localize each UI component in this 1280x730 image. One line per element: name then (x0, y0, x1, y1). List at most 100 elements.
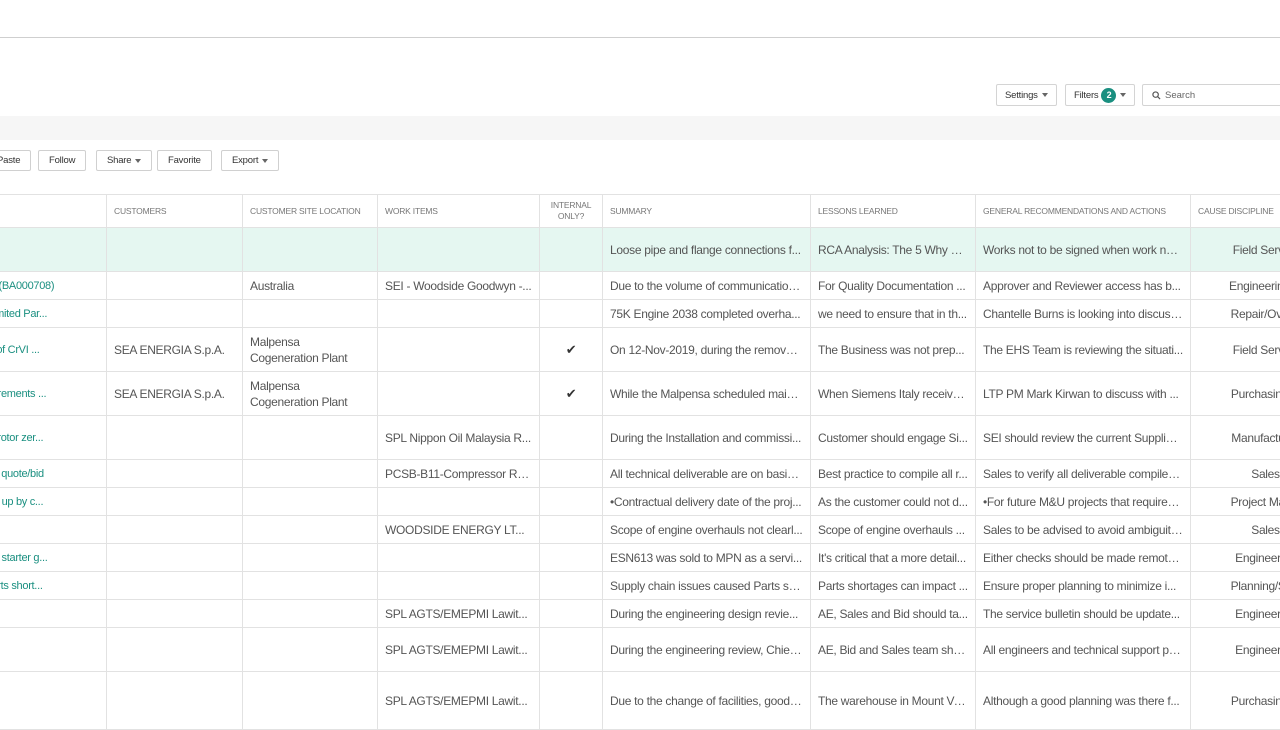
cell-work-items (378, 372, 540, 416)
cell-site-location (243, 516, 378, 544)
cell-customers (107, 572, 243, 600)
cell-site-location: Malpensa Cogeneration Plant (243, 372, 378, 416)
row-title-link[interactable] (0, 516, 107, 544)
cell-internal-only (540, 300, 603, 328)
search-placeholder: Search (1165, 90, 1195, 101)
cell-customers (107, 600, 243, 628)
row-title-link[interactable]: onal Requirements ... (0, 372, 107, 416)
cell-internal-only (540, 544, 603, 572)
row-title-link[interactable]: changed (0, 628, 107, 672)
cell-lessons-learned: AE, Bid and Sales team sho... (811, 628, 976, 672)
favorite-button[interactable]: Favorite (157, 150, 212, 171)
column-header-internal[interactable]: INTERNAL ONLY? (540, 195, 603, 228)
column-header-work-items[interactable]: WORK ITEMS (378, 195, 540, 228)
table-row[interactable]: hanged SPL AGTS/EMEPMI Lawit... During the… (0, 600, 1280, 628)
row-title-link[interactable]: caused Parts short... (0, 572, 107, 600)
table-row[interactable]: on Control (BA000708) AustraliaSEI - Wood… (0, 272, 1280, 300)
column-header-title[interactable] (0, 195, 107, 228)
column-header-lessons[interactable]: LESSONS LEARNED (811, 195, 976, 228)
row-title-link[interactable]: ysia RT56 rotor zer... (0, 416, 107, 460)
cell-summary: During the engineering design revie... (603, 600, 811, 628)
cell-recommendations: Sales to be advised to avoid ambiguity..… (976, 516, 1191, 544)
table-row[interactable]: able to firm up by c... •Contractual deli… (0, 488, 1280, 516)
cell-customers (107, 488, 243, 516)
chevron-down-icon (1120, 93, 1126, 97)
cell-cause-discipline: Purchasing/... (1191, 672, 1280, 730)
cell-recommendations: SEI should review the current Supplier..… (976, 416, 1191, 460)
cell-summary: Scope of engine overhauls not clearl... (603, 516, 811, 544)
table-row[interactable]: PU - check starter g...ESN613 was sold t… (0, 544, 1280, 572)
table-row[interactable]: changed SPL AGTS/EMEPMI Lawit... During th… (0, 628, 1280, 672)
cell-site-location: Australia (243, 272, 378, 300)
cell-customers (107, 416, 243, 460)
row-title-link[interactable]: on Control (BA000708) (0, 272, 107, 300)
search-input[interactable]: Search (1142, 84, 1280, 106)
cell-summary: Due to the volume of communication... (603, 272, 811, 300)
cell-site-location (243, 544, 378, 572)
table-row[interactable]: hangedSPL AGTS/EMEPMI Lawit...Due to the… (0, 672, 1280, 730)
cell-lessons-learned: For Quality Documentation ... (811, 272, 976, 300)
row-title-link[interactable]: ns - Life Limited Par... (0, 300, 107, 328)
cell-summary: During the engineering review, Chief ... (603, 628, 811, 672)
row-title-link[interactable]: o prior final quote/bid (0, 460, 107, 488)
cell-cause-discipline: Field Service (1191, 328, 1280, 372)
table-row[interactable]: Discovery of CrVI ...SEA ENERGIA S.p.A.M… (0, 328, 1280, 372)
row-title-link[interactable]: hanged (0, 600, 107, 628)
column-header-recommendations[interactable]: GENERAL RECOMMENDATIONS AND ACTIONS (976, 195, 1191, 228)
cell-lessons-learned: we need to ensure that in th... (811, 300, 976, 328)
lessons-learned-table: CUSTOMERS CUSTOMER SITE LOCATION WORK IT… (0, 194, 1280, 730)
row-title-link[interactable]: able to firm up by c... (0, 488, 107, 516)
row-title-link[interactable]: Gas Pipes (0, 228, 107, 272)
follow-button[interactable]: Follow (38, 150, 86, 171)
column-header-discipline[interactable]: CAUSE DISCIPLINE (1191, 195, 1280, 228)
filters-count-badge: 2 (1101, 88, 1116, 103)
cell-internal-only: ✔ (540, 328, 603, 372)
cell-summary: •Contractual delivery date of the proj..… (603, 488, 811, 516)
column-header-summary[interactable]: SUMMARY (603, 195, 811, 228)
column-header-site[interactable]: CUSTOMER SITE LOCATION (243, 195, 378, 228)
cell-work-items: SPL AGTS/EMEPMI Lawit... (378, 600, 540, 628)
table-row[interactable]: caused Parts short... Supply chain issues… (0, 572, 1280, 600)
cell-customers: SEA ENERGIA S.p.A. (107, 372, 243, 416)
cell-recommendations: The service bulletin should be update... (976, 600, 1191, 628)
cell-site-location (243, 600, 378, 628)
table-row[interactable]: o prior final quote/bidPCSB-B11-Compress… (0, 460, 1280, 488)
row-title-link[interactable]: PU - check starter g... (0, 544, 107, 572)
cell-recommendations: Sales to verify all deliverable compiled… (976, 460, 1191, 488)
cell-work-items: SPL AGTS/EMEPMI Lawit... (378, 628, 540, 672)
cell-lessons-learned: Parts shortages can impact ... (811, 572, 976, 600)
cell-internal-only (540, 488, 603, 516)
cell-internal-only (540, 628, 603, 672)
cell-site-location (243, 460, 378, 488)
settings-button[interactable]: Settings (996, 84, 1057, 106)
cell-customers (107, 300, 243, 328)
cell-recommendations: Chantelle Burns is looking into discuss.… (976, 300, 1191, 328)
export-button[interactable]: Export (221, 150, 279, 171)
cell-site-location (243, 416, 378, 460)
share-button[interactable]: Share (96, 150, 152, 171)
cell-summary: Supply chain issues caused Parts sh... (603, 572, 811, 600)
settings-label: Settings (1005, 90, 1038, 101)
cell-site-location (243, 300, 378, 328)
share-label: Share (107, 155, 131, 166)
row-title-link[interactable]: hanged (0, 672, 107, 730)
table-row[interactable]: Gas PipesLoose pipe and flange connectio… (0, 228, 1280, 272)
cell-recommendations: Approver and Reviewer access has b... (976, 272, 1191, 300)
cell-cause-discipline: Engineering (1191, 600, 1280, 628)
column-header-customers[interactable]: CUSTOMERS (107, 195, 243, 228)
filters-button[interactable]: Filters 2 (1065, 84, 1135, 106)
cell-work-items: SEI - Woodside Goodwyn -... (378, 272, 540, 300)
table-row[interactable]: onal Requirements ...SEA ENERGIA S.p.A.M… (0, 372, 1280, 416)
paste-button[interactable]: Paste (0, 150, 31, 171)
table-row[interactable]: ns - Life Limited Par...75K Engine 2038 … (0, 300, 1280, 328)
cell-cause-discipline: Engineering,... (1191, 272, 1280, 300)
cell-work-items (378, 300, 540, 328)
cell-summary: Due to the change of facilities, goods..… (603, 672, 811, 730)
cell-lessons-learned: RCA Analysis: The 5 Why D... (811, 228, 976, 272)
row-title-link[interactable]: Discovery of CrVI ... (0, 328, 107, 372)
table-row[interactable]: WOODSIDE ENERGY LT...Scope of engine ove… (0, 516, 1280, 544)
table-row[interactable]: ysia RT56 rotor zer...SPL Nippon Oil Mal… (0, 416, 1280, 460)
cell-internal-only (540, 228, 603, 272)
cell-cause-discipline: Repair/Over... (1191, 300, 1280, 328)
cell-internal-only: ✔ (540, 372, 603, 416)
